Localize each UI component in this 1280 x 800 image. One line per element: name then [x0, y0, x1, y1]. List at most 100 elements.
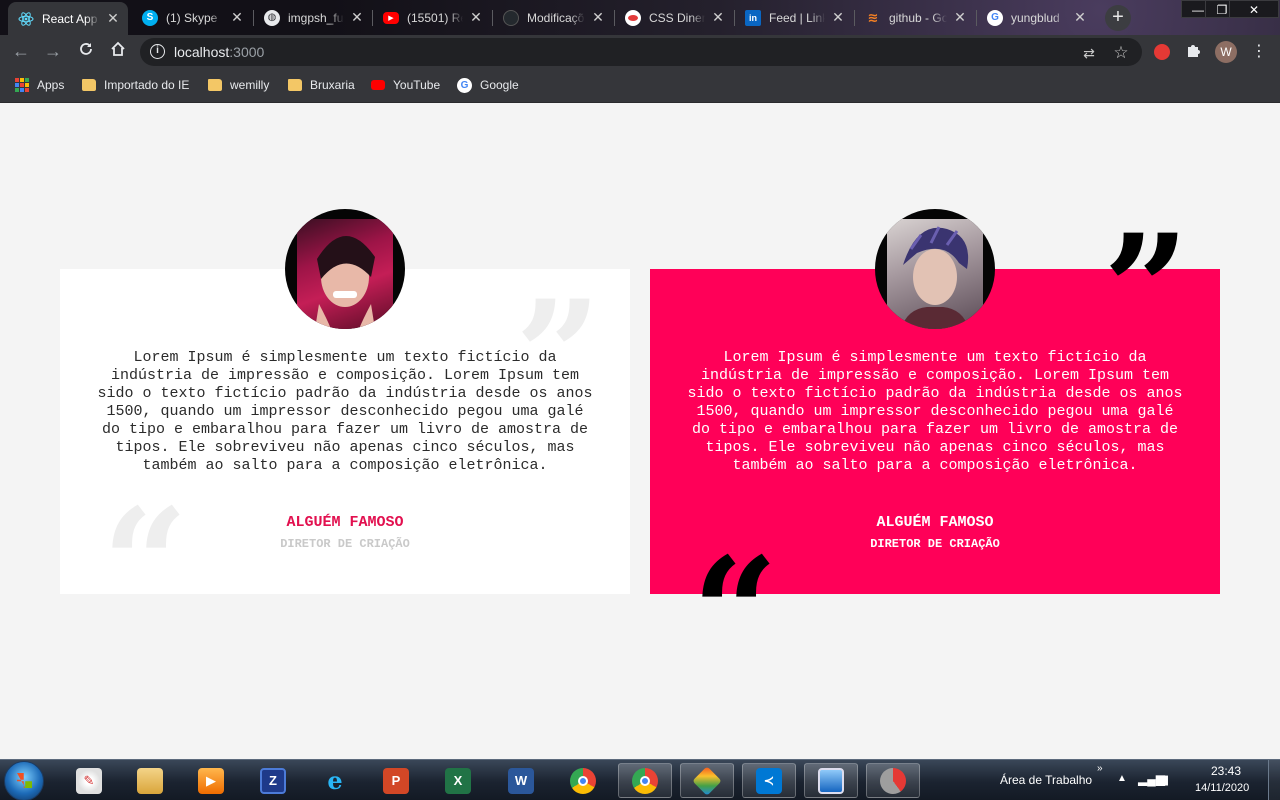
tab-yungblud[interactable]: G yungblud ✕	[977, 4, 1095, 31]
word-icon[interactable]: W	[494, 763, 548, 798]
tray-overflow-icon[interactable]: ▲	[1117, 773, 1127, 784]
power-icon[interactable]: ▮	[1162, 772, 1169, 788]
home-button[interactable]	[106, 40, 130, 64]
google-icon: G	[987, 9, 1003, 26]
browser-toolbar: ← → i localhost:3000 ⇄ ☆ W ⋮	[0, 35, 1280, 68]
toolbar-expand-icon[interactable]: »	[1097, 763, 1103, 774]
explorer-icon[interactable]	[123, 763, 177, 798]
avatar-photo	[285, 209, 405, 329]
google-icon: G	[457, 77, 472, 93]
testimonial-role: DIRETOR DE CRIAÇÃO	[280, 537, 410, 551]
tab-close-icon[interactable]: ✕	[711, 9, 725, 26]
youtube-icon	[371, 80, 385, 90]
excel-icon[interactable]: X	[431, 763, 485, 798]
tab-linkedin[interactable]: in Feed | LinkedIn ✕	[735, 4, 853, 31]
tab-title: (15501) Reddit	[407, 10, 463, 25]
tab-title: yungblud	[1011, 10, 1060, 25]
testimonial-name: ALGUÉM FAMOSO	[876, 514, 994, 531]
tab-close-icon[interactable]: ✕	[953, 9, 967, 26]
bookmark-youtube[interactable]: YouTube	[371, 76, 440, 94]
bookmark-star-icon[interactable]: ☆	[1112, 44, 1130, 62]
globe-icon: ◍	[264, 9, 280, 26]
paint-icon[interactable]: ✎	[62, 763, 116, 798]
bookmark-label: Importado do IE	[104, 78, 190, 92]
testimonial-text: Lorem Ipsum é simplesmente um texto fict…	[687, 349, 1183, 474]
folder-icon	[208, 79, 222, 91]
translate-icon[interactable]: ⇄	[1080, 44, 1098, 62]
tab-css-diner[interactable]: CSS Diner ✕	[615, 4, 733, 31]
bookmarks-bar: Apps Importado do IE wemilly Bruxaria Yo…	[0, 68, 1280, 103]
bookmark-wemilly[interactable]: wemilly	[208, 76, 269, 94]
menu-kebab-icon[interactable]: ⋮	[1249, 42, 1269, 62]
tab-close-icon[interactable]: ✕	[591, 9, 605, 26]
internet-explorer-icon[interactable]: e	[308, 763, 362, 798]
tab-imgpsh[interactable]: ◍ imgpsh_fullsize ✕	[254, 4, 372, 31]
testimonial-name: ALGUÉM FAMOSO	[286, 514, 404, 531]
tab-close-icon[interactable]: ✕	[106, 10, 120, 27]
bookmark-apps[interactable]: Apps	[15, 76, 64, 94]
start-button[interactable]	[4, 761, 44, 800]
signal-icon[interactable]: ▂▄▆	[1138, 772, 1165, 786]
close-window-button[interactable]: ✕	[1229, 0, 1279, 18]
zoiper-icon[interactable]: Z	[246, 763, 300, 798]
home-icon	[111, 41, 125, 56]
reload-button[interactable]	[74, 40, 98, 64]
testimonial-text: Lorem Ipsum é simplesmente um texto fict…	[97, 349, 593, 474]
bookmark-label: wemilly	[230, 78, 270, 92]
show-desktop-button[interactable]	[1268, 760, 1280, 800]
tab-github-search[interactable]: ≋ github - Google ✕	[855, 4, 975, 31]
tab-reddit[interactable]: ▶ (15501) Reddit ✕	[373, 4, 491, 31]
back-button[interactable]: ←	[9, 40, 33, 64]
extensions-puzzle-icon[interactable]	[1184, 42, 1204, 62]
bookmark-label: Google	[480, 78, 519, 92]
adblock-extension-icon[interactable]	[1152, 42, 1172, 62]
avatar-photo	[875, 209, 995, 329]
url-text: localhost:3000	[174, 44, 264, 60]
chrome-icon[interactable]	[556, 763, 610, 798]
address-bar[interactable]: i localhost:3000 ⇄ ☆	[140, 38, 1142, 66]
tab-skype[interactable]: S (1) Skype ✕	[132, 4, 252, 31]
tab-title: imgpsh_fullsize	[288, 10, 344, 25]
tab-close-icon[interactable]: ✕	[469, 9, 483, 26]
bookmark-label: Apps	[37, 78, 65, 92]
opening-quote-icon: “	[102, 476, 189, 652]
powerpoint-icon[interactable]: P	[369, 763, 423, 798]
desktop-toolbar-label[interactable]: Área de Trabalho	[1000, 773, 1092, 787]
tab-close-icon[interactable]: ✕	[350, 9, 364, 26]
vscode-icon[interactable]: ≺	[742, 763, 796, 798]
apps-grid-icon	[15, 78, 29, 92]
clock-time[interactable]: 23:43	[1211, 764, 1241, 778]
folder-icon	[288, 79, 302, 91]
url-port: :3000	[229, 44, 265, 60]
bookmark-google[interactable]: G Google	[457, 76, 519, 94]
tab-modificacoes[interactable]: Modificações ✕	[493, 4, 613, 31]
profile-avatar[interactable]: W	[1215, 41, 1237, 63]
linkedin-icon: in	[745, 9, 761, 26]
app-icon[interactable]	[866, 763, 920, 798]
git-icon[interactable]	[680, 763, 734, 798]
skype-icon: S	[142, 9, 158, 26]
bookmark-bruxaria[interactable]: Bruxaria	[288, 76, 355, 94]
bookmark-label: YouTube	[393, 78, 441, 92]
youtube-icon: ▶	[383, 11, 399, 24]
tab-close-icon[interactable]: ✕	[1073, 9, 1087, 26]
bookmark-label: Bruxaria	[310, 78, 355, 92]
media-player-icon[interactable]: ▶	[184, 763, 238, 798]
bookmark-importado-ie[interactable]: Importado do IE	[82, 76, 189, 94]
tab-react-app[interactable]: React App ✕	[8, 2, 128, 35]
testimonial-role: DIRETOR DE CRIAÇÃO	[870, 537, 1000, 551]
page-content: ” “ Lorem Ipsum é simplesmente um texto …	[0, 103, 1280, 759]
tab-close-icon[interactable]: ✕	[230, 9, 244, 26]
chrome-profile-icon[interactable]	[618, 763, 672, 798]
tab-close-icon[interactable]: ✕	[831, 9, 845, 26]
new-tab-button[interactable]: +	[1105, 5, 1131, 31]
css-diner-icon	[625, 9, 641, 26]
forward-button[interactable]: →	[41, 40, 65, 64]
folder-icon	[82, 79, 96, 91]
clock-date[interactable]: 14/11/2020	[1195, 782, 1249, 794]
tab-title: github - Google	[889, 10, 947, 25]
react-icon	[18, 11, 34, 27]
site-info-icon[interactable]: i	[150, 44, 165, 59]
photo-viewer-icon[interactable]	[804, 763, 858, 798]
url-host: localhost	[174, 44, 230, 60]
